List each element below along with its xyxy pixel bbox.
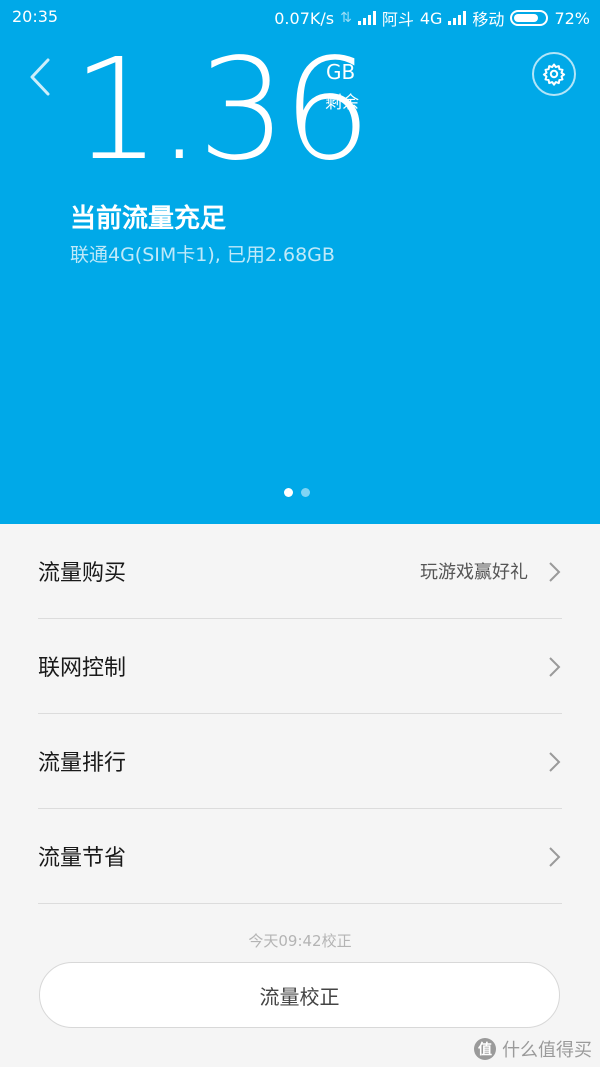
watermark-logo-icon: 值 bbox=[474, 1038, 496, 1060]
data-status-detail: 联通4G(SIM卡1), 已用2.68GB bbox=[70, 244, 335, 266]
menu-item-label: 流量排行 bbox=[38, 751, 127, 776]
remaining-label: 剩余 bbox=[325, 93, 359, 113]
menu-item-network-control[interactable]: 联网控制 bbox=[38, 619, 562, 714]
menu-item-buy-data[interactable]: 流量购买 玩游戏赢好礼 bbox=[38, 524, 562, 619]
chevron-left-icon bbox=[30, 58, 50, 96]
chevron-right-icon bbox=[549, 847, 561, 867]
last-calibration-time: 今天09:42校正 bbox=[248, 932, 352, 950]
promo-text: 玩游戏赢好礼 bbox=[420, 562, 528, 583]
battery-icon bbox=[510, 10, 549, 26]
settings-menu: 流量购买 玩游戏赢好礼 联网控制 流量排行 流量节省 bbox=[0, 524, 600, 904]
signal-icon bbox=[357, 11, 376, 25]
carrier-2: 移动 bbox=[472, 10, 505, 29]
page-indicator bbox=[284, 488, 310, 497]
remaining-data-value: 1.36 bbox=[72, 29, 372, 192]
back-button[interactable] bbox=[22, 54, 58, 100]
carrier-1: 阿斗 bbox=[381, 10, 414, 29]
menu-item-label: 流量节省 bbox=[38, 846, 127, 871]
chevron-right-icon bbox=[549, 752, 561, 772]
menu-item-label: 联网控制 bbox=[38, 656, 127, 681]
settings-button[interactable] bbox=[532, 52, 576, 96]
chevron-right-icon bbox=[549, 657, 561, 677]
status-right: 0.07K/s ⇅ 阿斗 4G 移动 72% bbox=[274, 6, 590, 30]
remaining-data-unit: GB bbox=[326, 60, 356, 84]
gear-icon bbox=[542, 63, 566, 86]
net-speed: 0.07K/s bbox=[274, 8, 335, 28]
data-usage-hero: 20:35 0.07K/s ⇅ 阿斗 4G 移动 72% 1.36 GB 剩余 … bbox=[0, 0, 600, 524]
calibrate-data-button[interactable]: 流量校正 bbox=[39, 962, 560, 1028]
battery-level: 72% bbox=[554, 8, 590, 28]
menu-item-label: 流量购买 bbox=[38, 561, 127, 586]
status-time: 20:35 bbox=[12, 7, 59, 26]
menu-item-data-saving[interactable]: 流量节省 bbox=[38, 809, 562, 904]
network-type: 4G bbox=[419, 8, 443, 28]
menu-item-data-ranking[interactable]: 流量排行 bbox=[38, 714, 562, 809]
signal-icon-2 bbox=[448, 11, 467, 25]
page-dot-1[interactable] bbox=[284, 488, 293, 497]
chevron-right-icon bbox=[549, 562, 561, 582]
watermark: 值 什么值得买 bbox=[474, 1036, 592, 1062]
data-activity-icon: ⇅ bbox=[340, 10, 352, 26]
data-status-title: 当前流量充足 bbox=[70, 204, 227, 234]
watermark-text: 什么值得买 bbox=[502, 1040, 592, 1061]
page-dot-2[interactable] bbox=[301, 488, 310, 497]
